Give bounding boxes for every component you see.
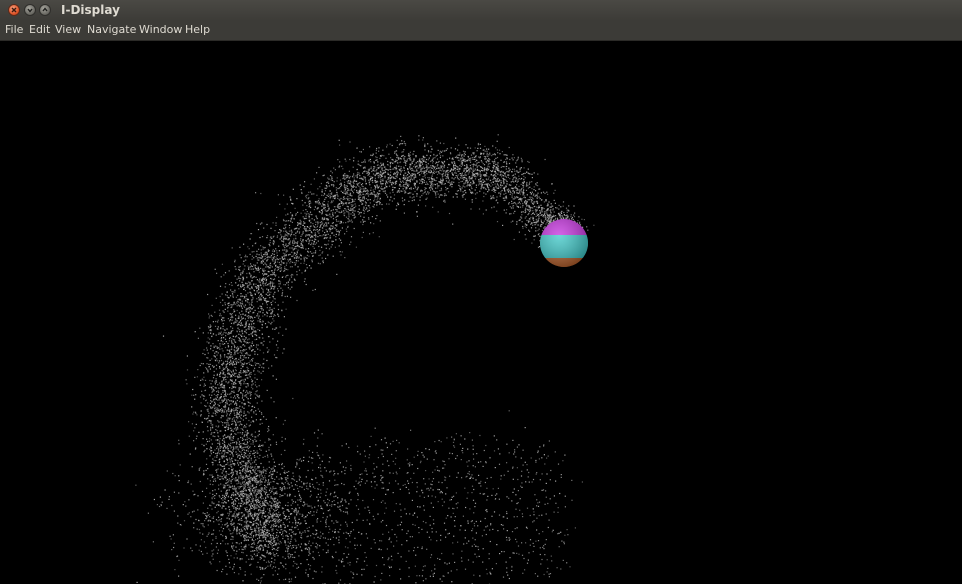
- sphere-shading: [540, 219, 588, 267]
- maximize-button[interactable]: [39, 4, 51, 16]
- 3d-viewport[interactable]: [0, 41, 962, 584]
- menu-navigate[interactable]: Navigate: [87, 23, 136, 37]
- menu-window[interactable]: Window: [139, 23, 182, 37]
- close-icon: [11, 7, 17, 13]
- application-window: I-Display File Edit View Navigate Window…: [0, 0, 962, 584]
- point-cloud-scene[interactable]: [0, 41, 962, 584]
- menu-file[interactable]: File: [5, 23, 23, 37]
- menu-help[interactable]: Help: [185, 23, 210, 37]
- window-title: I-Display: [61, 3, 120, 17]
- close-button[interactable]: [8, 4, 20, 16]
- menu-bar: File Edit View Navigate Window Help: [0, 21, 962, 41]
- minimize-button[interactable]: [24, 4, 36, 16]
- menu-view[interactable]: View: [55, 23, 81, 37]
- minimize-icon: [27, 8, 33, 13]
- title-bar[interactable]: I-Display: [0, 0, 962, 22]
- menu-edit[interactable]: Edit: [29, 23, 50, 37]
- sphere-marker[interactable]: [538, 217, 590, 270]
- maximize-icon: [42, 7, 48, 12]
- point-cloud: [135, 134, 595, 584]
